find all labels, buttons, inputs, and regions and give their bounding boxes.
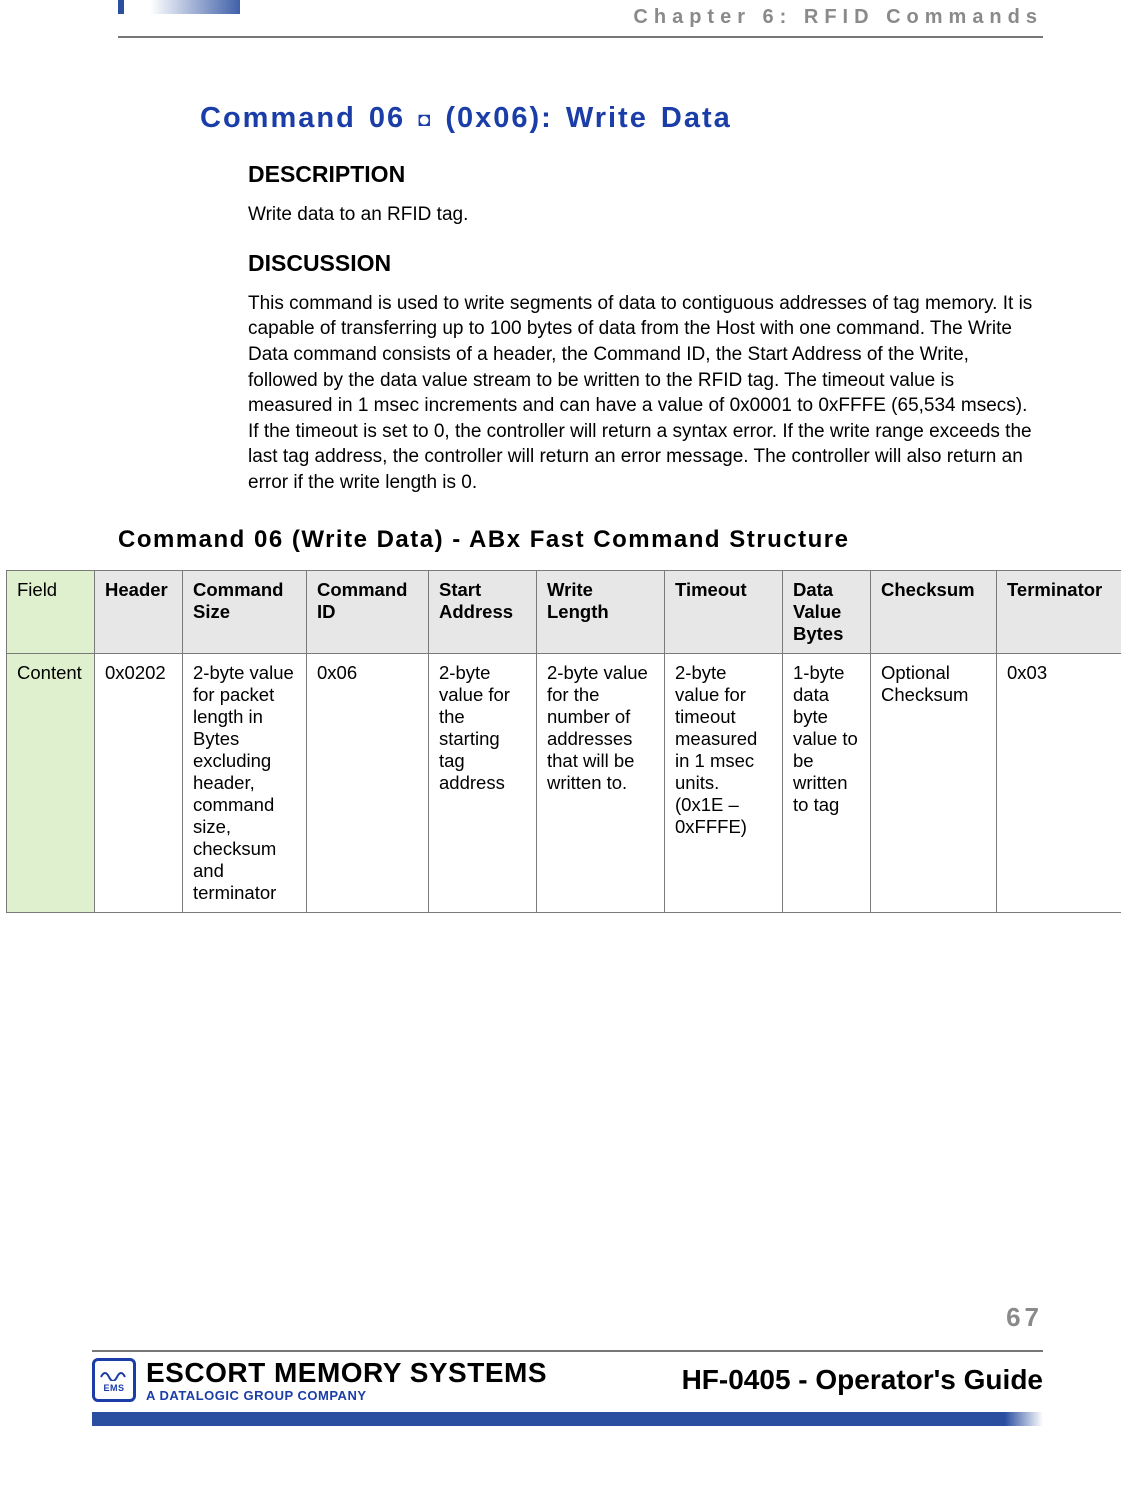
command-title-prefix: Command 06 [200,102,418,134]
table-cell: 2-byte value for the number of addresses… [537,654,665,913]
header-tick-decoration [118,0,124,14]
chapter-label: Chapter 6: RFID Commands [633,6,1043,29]
table-header: Timeout [665,571,783,654]
ems-badge-text: EMS [103,1383,124,1393]
footer-brand-block: EMS ESCORT MEMORY SYSTEMS A DATALOGIC GR… [92,1358,547,1402]
table-row1-label: Content [7,654,95,913]
table-header: Checksum [871,571,997,654]
table-header: Start Address [429,571,537,654]
brand-sub-text: A DATALOGIC GROUP COMPANY [146,1389,547,1402]
structure-heading: Command 06 (Write Data) - ABx Fast Comma… [118,524,1043,556]
table-cell: Optional Checksum [871,654,997,913]
discussion-text: This command is used to write segments o… [248,291,1043,496]
table-cell: 0x03 [997,654,1121,913]
description-text: Write data to an RFID tag. [248,202,1043,228]
description-heading: DESCRIPTION [248,161,1043,188]
command-title-suffix: (0x06): Write Data [432,102,732,134]
table-cell: 2-byte value for timeout measured in 1 m… [665,654,783,913]
header-rule [118,36,1043,38]
page-number: 67 [1006,1302,1043,1333]
brand-main-text: ESCORT MEMORY SYSTEMS [146,1359,547,1387]
table-header: Write Length [537,571,665,654]
ems-logo-icon: EMS [92,1358,136,1402]
discussion-heading: DISCUSSION [248,250,1043,277]
footer-rule [92,1350,1043,1352]
footer-bar-decoration [92,1412,1043,1426]
table-header: Header [95,571,183,654]
table-cell: 2-byte value for the starting tag addres… [429,654,537,913]
table-header: Command Size [183,571,307,654]
table-row0-label: Field [7,571,95,654]
table-header: Command ID [307,571,429,654]
command-structure-table: Field Header Command Size Command ID Sta… [6,570,1121,913]
table-cell: 0x0202 [95,654,183,913]
table-header: Data Value Bytes [783,571,871,654]
table-cell: 0x06 [307,654,429,913]
table-cell: 1-byte data byte value to be written to … [783,654,871,913]
bullet-square-icon: ◘ [418,109,432,132]
command-title: Command 06 ◘ (0x06): Write Data [200,102,1043,135]
table-cell: 2-byte value for packet length in Bytes … [183,654,307,913]
table-header: Terminator [997,571,1121,654]
header-gradient-decoration [150,0,240,14]
guide-title: HF-0405 - Operator's Guide [682,1364,1043,1396]
